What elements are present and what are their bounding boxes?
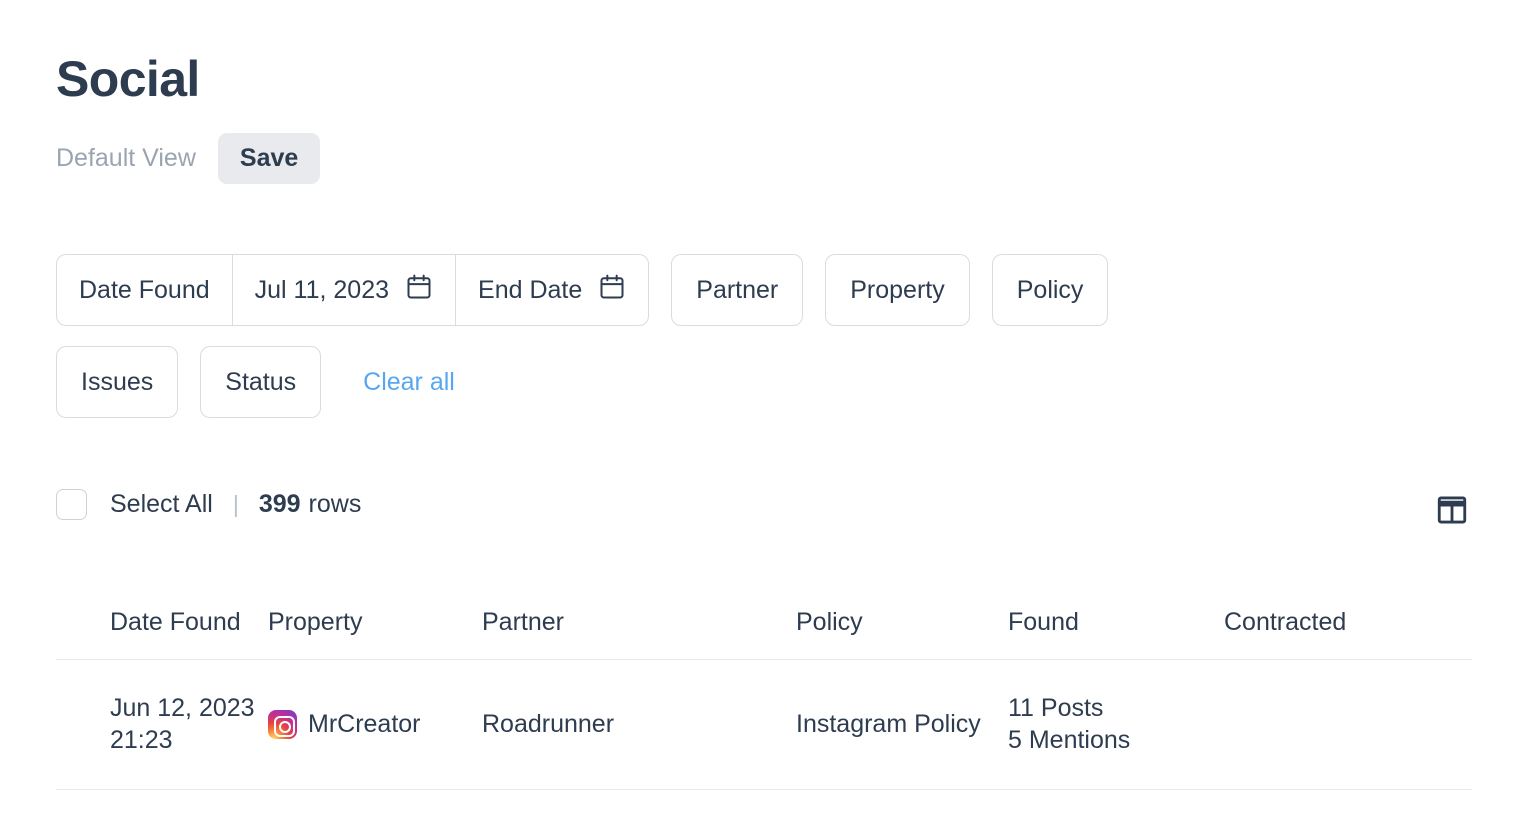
date-found-label-text: Date Found [79, 275, 210, 304]
filter-pill-partner[interactable]: Partner [671, 254, 804, 326]
column-header-property[interactable]: Property [268, 608, 482, 637]
filter-pill-issues[interactable]: Issues [56, 346, 179, 418]
filter-pill-property[interactable]: Property [825, 254, 970, 326]
select-all-label: Select All [110, 490, 213, 518]
date-found-filter-label[interactable]: Date Found [57, 255, 232, 325]
column-header-date-found[interactable]: Date Found [56, 608, 268, 637]
property-name[interactable]: MrCreator [308, 709, 421, 741]
social-page: Social Default View Save Date Found Jul … [0, 0, 1520, 816]
cell-partner: Roadrunner [482, 709, 615, 738]
date-found-date: Jun 12, 2023 [110, 693, 255, 722]
table-toolbar: Select All | 399 rows [56, 489, 361, 520]
found-posts-count: 11 Posts [1008, 693, 1104, 722]
cell-date-found: Jun 12, 2023 21:23 [56, 693, 268, 757]
save-view-button[interactable]: Save [217, 133, 321, 184]
calendar-icon [598, 273, 626, 308]
table-header-row: Date Found Property Partner Policy Found… [56, 585, 1472, 660]
cell-found: 11 Posts 5 Mentions [1008, 693, 1224, 757]
column-header-policy[interactable]: Policy [796, 608, 1008, 637]
start-date-filter[interactable]: Jul 11, 2023 [231, 255, 455, 325]
end-date-value: End Date [478, 275, 583, 304]
date-range-filter-group: Date Found Jul 11, 2023 End Date [56, 254, 650, 326]
filter-row-secondary: Issues Status Clear all [56, 346, 455, 418]
filter-row-primary: Date Found Jul 11, 2023 End Date Partner… [56, 254, 1109, 326]
current-view-name: Default View [56, 144, 196, 172]
end-date-filter[interactable]: End Date [455, 255, 648, 325]
calendar-icon [405, 273, 433, 308]
view-bar: Default View Save [56, 133, 321, 184]
instagram-icon [268, 710, 297, 739]
date-found-time: 21:23 [110, 725, 173, 754]
toolbar-separator: | [232, 491, 239, 517]
results-table: Date Found Property Partner Policy Found… [56, 585, 1472, 790]
filter-pill-policy[interactable]: Policy [991, 254, 1109, 326]
select-all-checkbox[interactable] [56, 489, 87, 520]
column-header-contracted[interactable]: Contracted [1224, 608, 1418, 637]
row-count-label: rows [308, 490, 362, 518]
filter-pill-status[interactable]: Status [200, 346, 322, 418]
cell-property: MrCreator [268, 709, 482, 741]
page-title: Social [56, 51, 200, 107]
columns-layout-icon[interactable] [1432, 490, 1472, 530]
column-header-found[interactable]: Found [1008, 608, 1224, 637]
row-count-value: 399 [258, 490, 301, 518]
cell-policy: Instagram Policy [796, 709, 981, 738]
found-mentions-count: 5 Mentions [1008, 725, 1131, 754]
column-header-partner[interactable]: Partner [482, 608, 796, 637]
start-date-value: Jul 11, 2023 [254, 275, 390, 304]
clear-all-filters-link[interactable]: Clear all [363, 368, 455, 397]
table-row[interactable]: Jun 12, 2023 21:23 MrCreator Roadrunner … [56, 660, 1472, 790]
